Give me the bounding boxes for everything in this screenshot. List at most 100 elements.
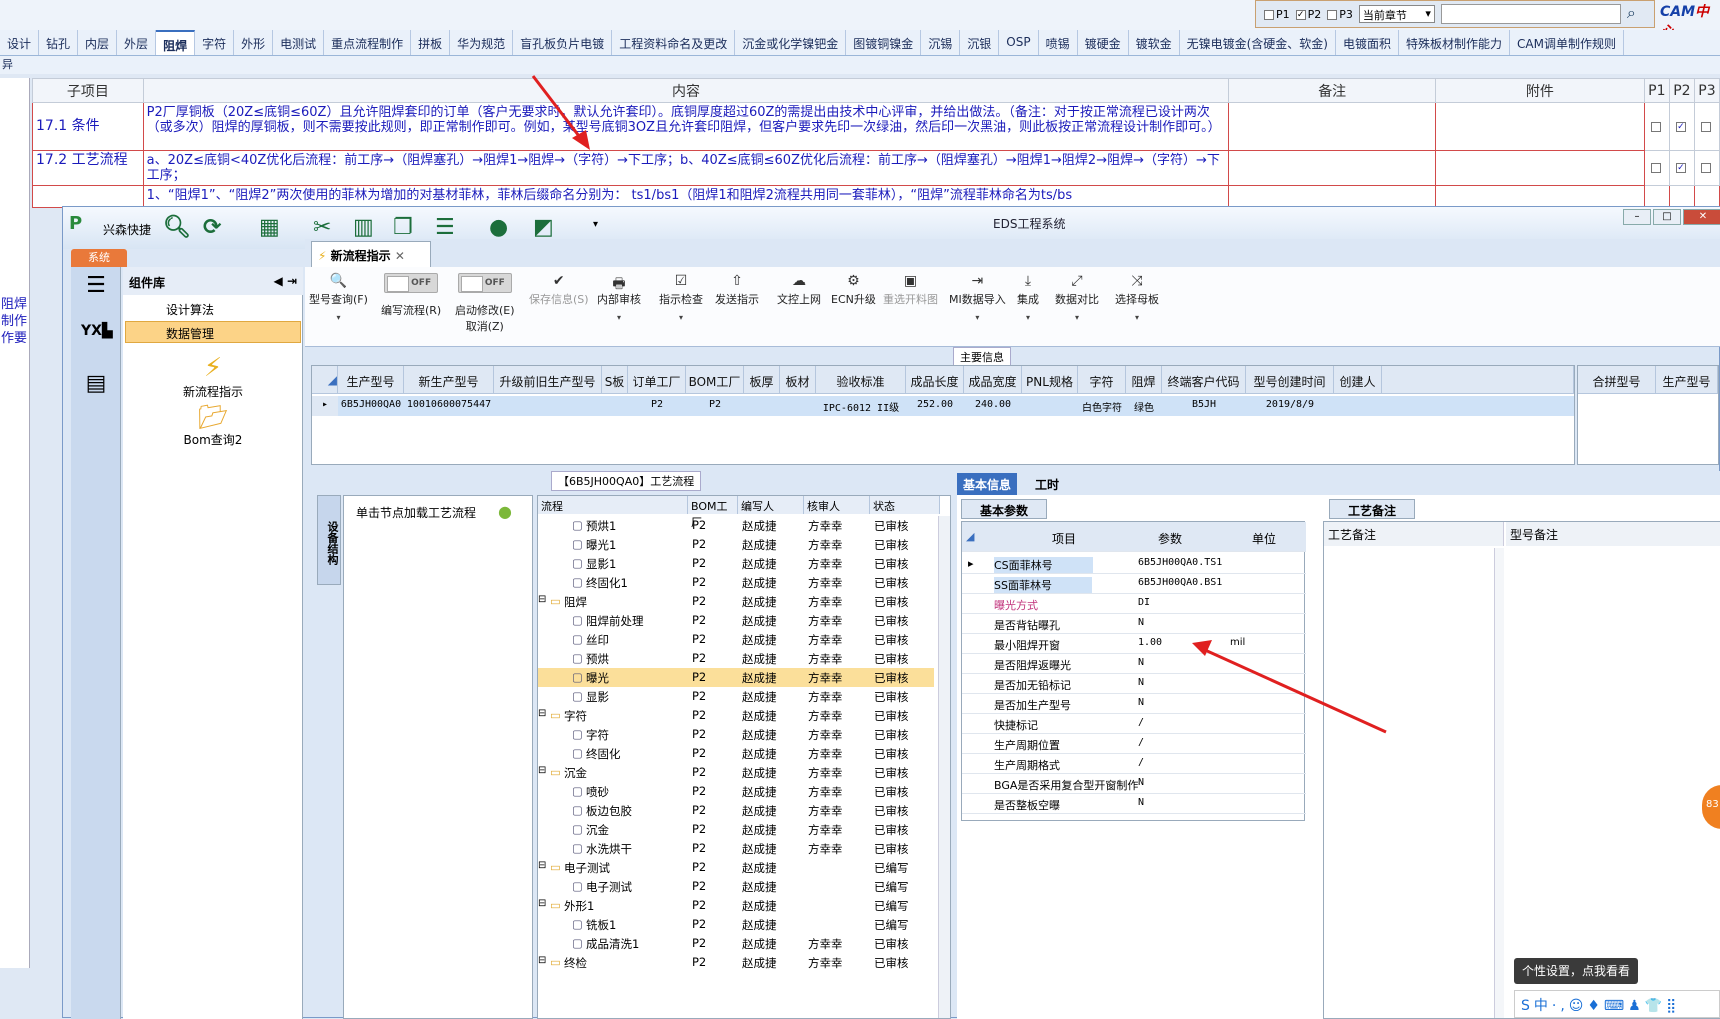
close-button[interactable]: ✕ xyxy=(1683,209,1720,225)
topnav-tab[interactable]: 特殊板材制作能力 xyxy=(1399,30,1511,55)
topnav-tab[interactable]: 沉锡 xyxy=(921,30,961,55)
tab-process-remarks[interactable]: 工艺备注 xyxy=(1329,499,1415,519)
topnav-tab[interactable]: 喷锡 xyxy=(1039,30,1078,55)
yx-factory-icon[interactable]: YX▙ xyxy=(81,323,113,339)
grid-cell[interactable] xyxy=(1022,396,1078,416)
tree-row[interactable]: ▢ 字符 P2 赵成捷 方幸幸 已审核 xyxy=(538,725,934,744)
expand-icon[interactable]: ⊟ xyxy=(538,594,546,605)
param-row[interactable]: 生产周期格式 / xyxy=(962,754,1306,774)
scissors-icon[interactable]: ✂ xyxy=(313,215,331,240)
grid-cell[interactable]: B5JH xyxy=(1162,396,1246,416)
grid-cell[interactable] xyxy=(744,396,780,416)
tree-row[interactable]: ▭ ⊟ 沉金 P2 赵成捷 方幸幸 已审核 xyxy=(538,763,934,782)
ribbon-button[interactable]: ⤓ 集成 ▾ xyxy=(1017,273,1039,322)
tree-row[interactable]: ▢ 预烘 P2 赵成捷 方幸幸 已审核 xyxy=(538,649,934,668)
topnav-tab[interactable]: 镀软金 xyxy=(1129,30,1180,55)
p2-checkbox[interactable]: ✓ P2 xyxy=(1295,8,1321,21)
param-row[interactable]: 是否阻焊返曝光 N xyxy=(962,654,1306,674)
param-row[interactable]: 是否整板空曝 N xyxy=(962,794,1306,814)
tree-row[interactable]: ▢ 喷砂 P2 赵成捷 方幸幸 已审核 xyxy=(538,782,934,801)
grid-cell[interactable]: 252.00 xyxy=(906,396,964,416)
tree-row[interactable]: ▢ 终固化 P2 赵成捷 方幸幸 已审核 xyxy=(538,744,934,763)
calculator-icon[interactable]: ▤ xyxy=(81,371,111,396)
tree-row[interactable]: ▭ ⊟ 终检 P2 赵成捷 方幸幸 已审核 xyxy=(538,953,934,972)
tree-row[interactable]: ▢ 板边包胶 P2 赵成捷 方幸幸 已审核 xyxy=(538,801,934,820)
grid-cell[interactable]: 10010600075447 xyxy=(404,396,494,416)
ime-toolbar[interactable]: S中·,☺♦⌨♟👕⣿ xyxy=(1514,990,1720,1018)
param-row[interactable]: 是否加生产型号 N xyxy=(962,694,1306,714)
topnav-tab[interactable]: 镀硬金 xyxy=(1078,30,1129,55)
topnav-tab[interactable]: 重点流程制作 xyxy=(324,30,412,55)
param-row[interactable]: 快捷标记 / xyxy=(962,714,1306,734)
ribbon-button[interactable]: 🔍 型号查询(F) ▾ xyxy=(309,273,368,322)
topnav-tab[interactable]: 外形 xyxy=(234,30,274,55)
close-tab-icon[interactable]: ✕ xyxy=(395,249,405,263)
chapter-select[interactable]: 当前章节 xyxy=(1358,5,1435,23)
topnav-tab[interactable]: 无镍电镀金(含硬金、软金) xyxy=(1180,30,1336,55)
ribbon-button[interactable]: 🖶 内部审核 ▾ xyxy=(597,273,641,322)
topnav-tab[interactable]: 阻焊 xyxy=(156,30,196,55)
p3-check[interactable] xyxy=(1693,102,1720,151)
new-process-shortcut[interactable]: ⚡ 新流程指示 xyxy=(153,353,273,400)
topnav-tab[interactable]: 字符 xyxy=(195,30,235,55)
topnav-tab[interactable]: 设计 xyxy=(0,30,40,55)
refresh-icon[interactable]: ⟳ xyxy=(203,215,221,240)
ribbon-button[interactable]: ⇧ 发送指示 xyxy=(715,273,759,307)
toolbar-dropdown-icon[interactable]: ▾ xyxy=(593,219,598,230)
p2-check[interactable]: ✓ xyxy=(1668,102,1695,151)
grid-cell[interactable] xyxy=(1334,396,1382,416)
grid-cell[interactable] xyxy=(780,396,816,416)
expand-icon[interactable]: ⊟ xyxy=(538,955,546,966)
param-row[interactable]: 最小阻焊开窗 1.00 mil xyxy=(962,634,1306,654)
grid-cell[interactable]: 6B5JH00QA0 xyxy=(338,396,404,416)
topnav-tab[interactable]: 沉银 xyxy=(960,30,1000,55)
user-icon[interactable]: ● xyxy=(489,215,508,240)
topnav-tab[interactable]: CAM调单制作规则 xyxy=(1510,30,1624,55)
param-row[interactable]: 是否背钻曝孔 N xyxy=(962,614,1306,634)
ribbon-button[interactable]: ⇥ MI数据导入 ▾ xyxy=(949,273,1006,322)
chevron-down-icon[interactable]: ▾ xyxy=(659,313,703,322)
tree-row[interactable]: ▭ ⊟ 电子测试 P2 赵成捷 已编写 xyxy=(538,858,934,877)
tree-row[interactable]: ▭ ⊟ 外形1 P2 赵成捷 已编写 xyxy=(538,896,934,915)
grid-icon[interactable]: ▦ xyxy=(259,215,280,240)
remark-scrollbar[interactable] xyxy=(1494,548,1504,1018)
ribbon-button[interactable]: OFF 启动修改(E) 取消(Z) xyxy=(455,273,515,334)
tree-row[interactable]: ▢ 成品清洗1 P2 赵成捷 方幸幸 已审核 xyxy=(538,934,934,953)
tree-row[interactable]: ▢ 终固化1 P2 赵成捷 方幸幸 已审核 xyxy=(538,573,934,592)
grid-cell[interactable]: IPC-6012 II级 xyxy=(816,396,906,416)
doc-search-input[interactable] xyxy=(1440,4,1621,24)
tab-new-process[interactable]: ⚡ 新流程指示 ✕ xyxy=(311,241,431,267)
grid-cell[interactable]: P2 xyxy=(686,396,744,416)
tree-row[interactable]: ▢ 阻焊前处理 P2 赵成捷 方幸幸 已审核 xyxy=(538,611,934,630)
chevron-down-icon[interactable]: ▾ xyxy=(949,313,1006,322)
toggle-switch[interactable]: OFF xyxy=(384,273,439,293)
chevron-down-icon[interactable]: ▾ xyxy=(1055,313,1099,322)
ribbon-button[interactable]: ⤨ 选择母板 ▾ xyxy=(1115,273,1159,322)
tree-row[interactable]: ▢ 水洗烘干 P2 赵成捷 方幸幸 已审核 xyxy=(538,839,934,858)
topnav-tab[interactable]: 华为规范 xyxy=(450,30,514,55)
p1-check[interactable] xyxy=(1643,150,1670,186)
copy-icon[interactable]: ❐ xyxy=(393,215,413,240)
chevron-down-icon[interactable]: ▾ xyxy=(1017,313,1039,322)
personal-settings-tooltip[interactable]: 个性设置，点我看看 xyxy=(1514,958,1638,984)
ribbon-button[interactable]: ⚙ ECN升级 xyxy=(831,273,876,307)
grid-cell[interactable]: P2 xyxy=(628,396,686,416)
system-tab[interactable]: 系统 xyxy=(71,249,127,267)
topnav-tab[interactable]: 钻孔 xyxy=(39,30,79,55)
topnav-tab[interactable]: 电测试 xyxy=(273,30,325,55)
topnav-tab[interactable]: 拼板 xyxy=(411,30,451,55)
tree-row[interactable]: ▢ 丝印 P2 赵成捷 方幸幸 已审核 xyxy=(538,630,934,649)
tree-row[interactable]: ▢ 铣板1 P2 赵成捷 已编写 xyxy=(538,915,934,934)
minimize-button[interactable]: – xyxy=(1623,209,1651,225)
p3-checkbox[interactable]: P3 xyxy=(1327,8,1353,21)
tree-row[interactable]: ▢ 曝光 P2 赵成捷 方幸幸 已审核 xyxy=(538,668,934,687)
param-row[interactable]: 曝光方式 DI xyxy=(962,594,1306,614)
search-icon[interactable]: ⌕ xyxy=(1627,4,1647,24)
grid-cell[interactable]: 绿色 xyxy=(1126,396,1162,416)
param-row[interactable]: SS面菲林号 6B5JH00QA0.BS1 xyxy=(962,574,1306,594)
expand-icon[interactable]: ⊟ xyxy=(538,898,546,909)
param-row[interactable]: BGA是否采用复合型开窗制作 N xyxy=(962,774,1306,794)
tab-basic-params[interactable]: 基本参数 xyxy=(961,499,1047,519)
tab-basic-info[interactable]: 基本信息 xyxy=(957,473,1018,495)
search-icon[interactable]: 🔍︎ xyxy=(163,215,191,240)
